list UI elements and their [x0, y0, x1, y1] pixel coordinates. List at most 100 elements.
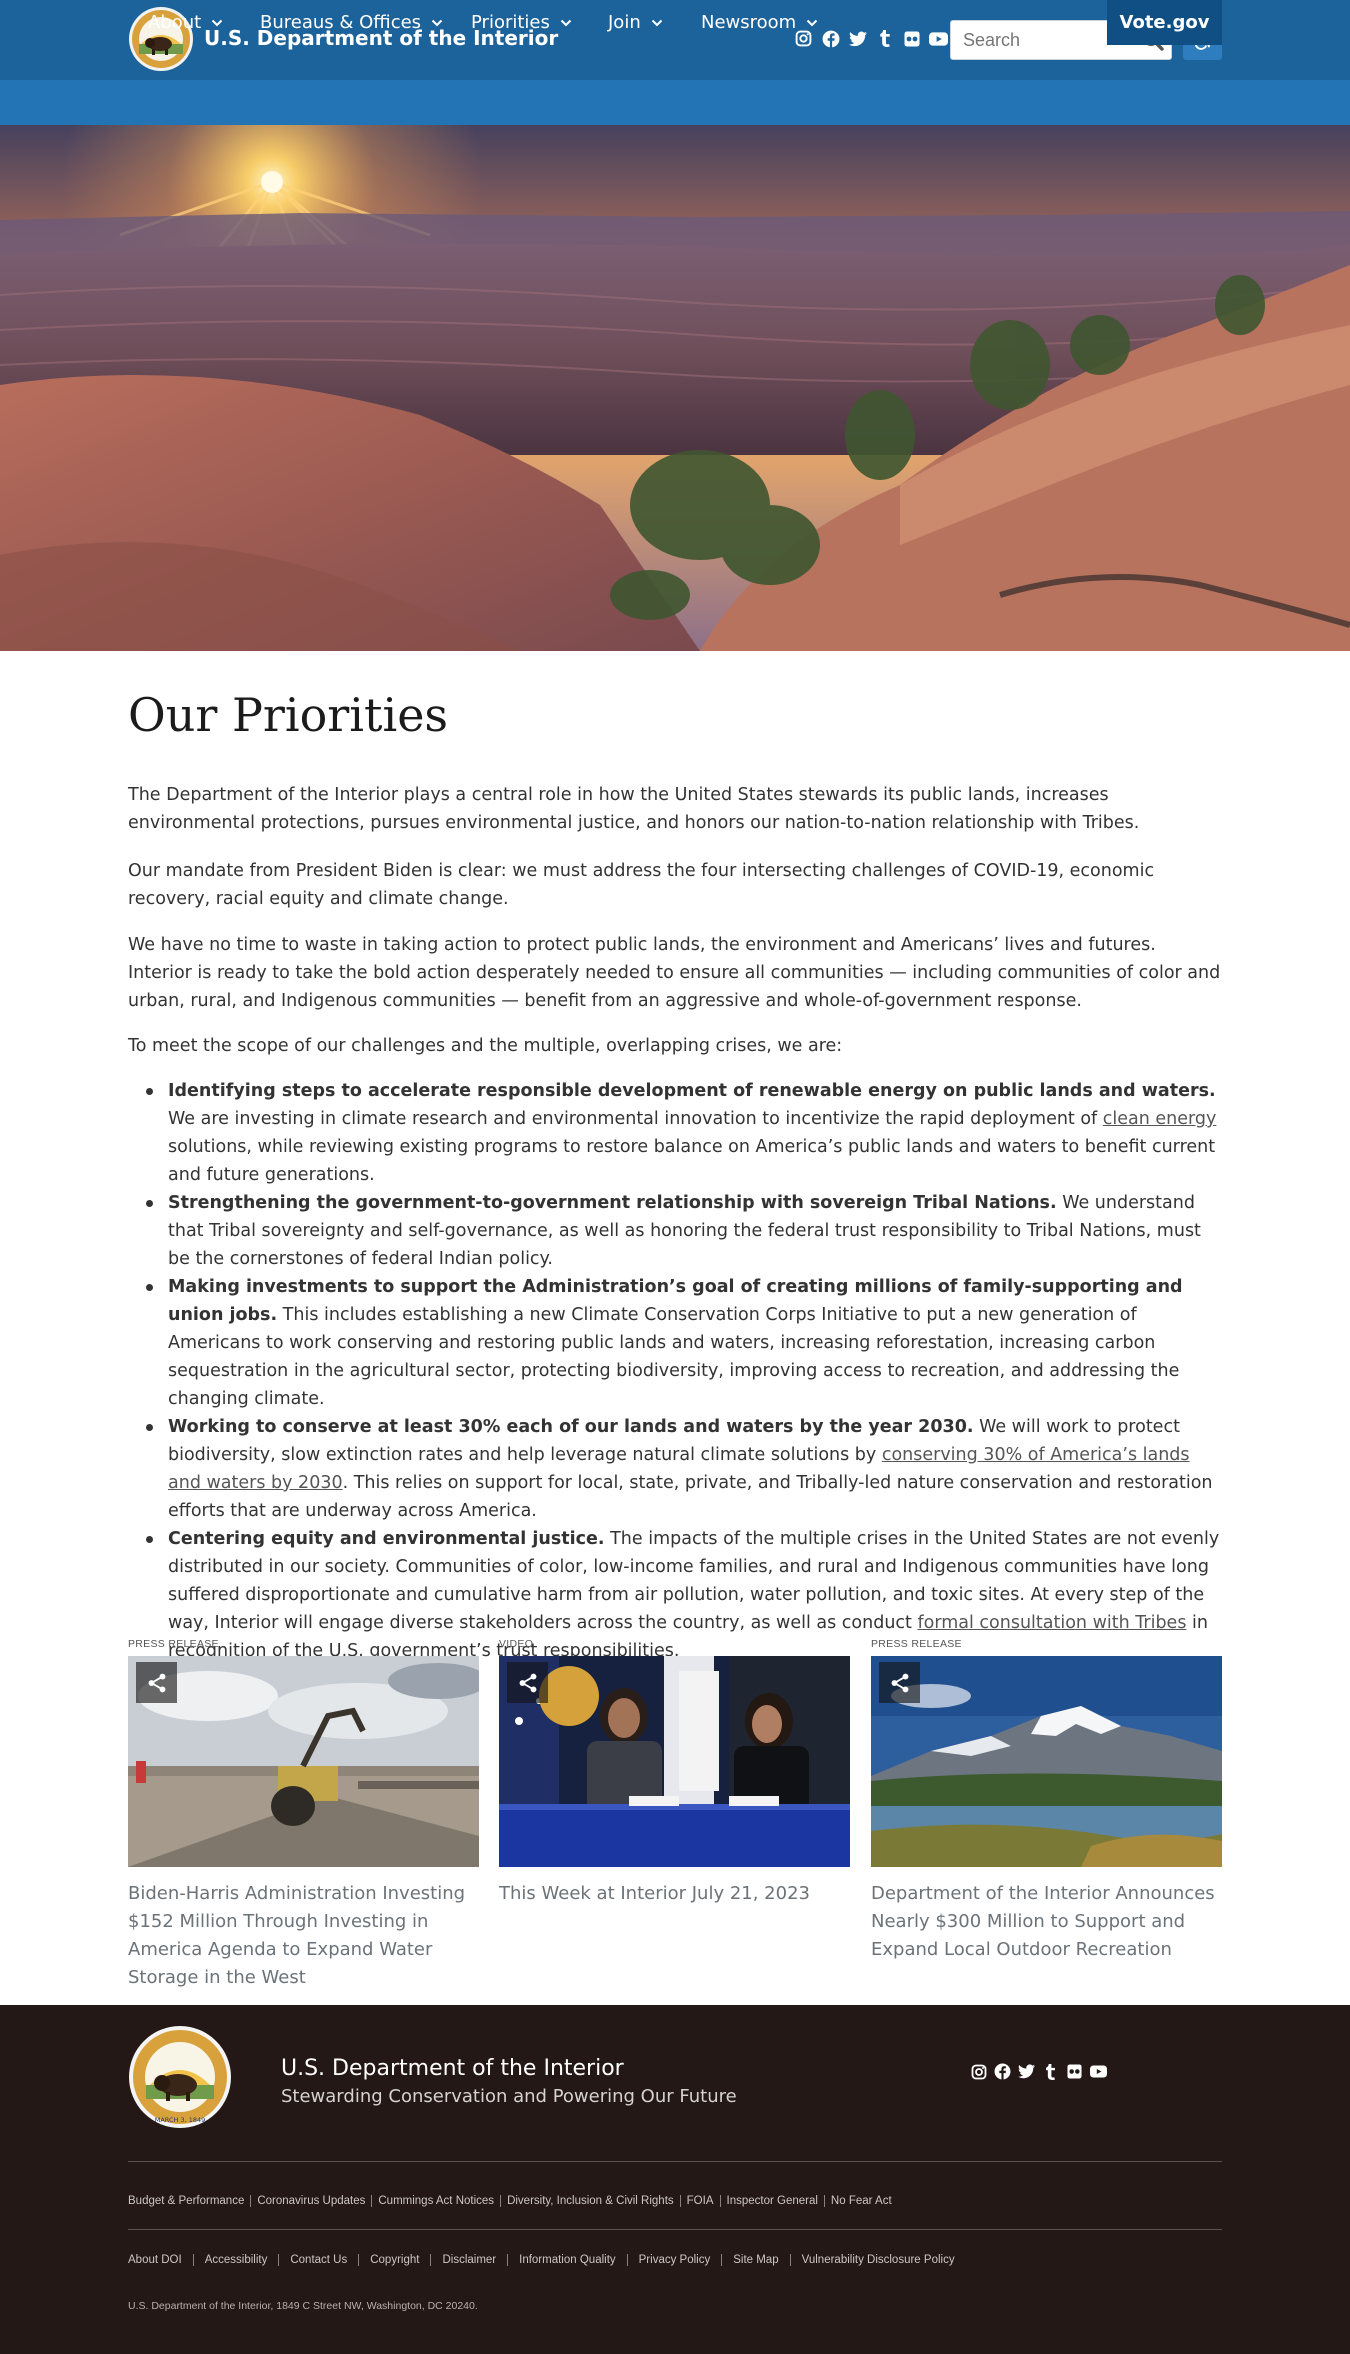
- chevron-down-icon: [431, 19, 443, 26]
- nav-item-label: Newsroom: [701, 12, 797, 33]
- main-nav: [0, 80, 1350, 125]
- priority-heading: Working to conserve at least 30% each of…: [168, 1417, 974, 1437]
- nav-item-join[interactable]: Join: [608, 0, 663, 45]
- nav-item-about[interactable]: About: [148, 0, 223, 45]
- share-button[interactable]: [136, 1662, 177, 1703]
- priority-text: solutions, while reviewing existing prog…: [168, 1137, 1216, 1185]
- footer-link-site-map[interactable]: Site Map: [733, 2254, 778, 2266]
- tumblr-icon[interactable]: [1042, 2063, 1059, 2080]
- card-type-label: PRESS RELEASE: [128, 1638, 219, 1650]
- nav-item-label: Bureaus & Offices: [260, 12, 422, 33]
- doi-seal-logo-footer[interactable]: MARCH 3, 1849: [128, 2025, 232, 2129]
- link-separator: [192, 2254, 194, 2266]
- youtube-icon[interactable]: [929, 29, 948, 48]
- card-image[interactable]: [128, 1656, 479, 1867]
- chevron-down-icon: [806, 19, 818, 26]
- priority-heading: Identifying steps to accelerate responsi…: [168, 1081, 1216, 1101]
- signing-ceremony-photo: [499, 1656, 850, 1867]
- youtube-icon[interactable]: [1090, 2063, 1107, 2080]
- priority-text: This includes establishing a new Climate…: [168, 1305, 1180, 1409]
- footer-link-copyright[interactable]: Copyright: [370, 2254, 419, 2266]
- link-separator: [250, 2195, 252, 2207]
- link-separator: [358, 2254, 360, 2266]
- nav-item-priorities[interactable]: Priorities: [471, 0, 572, 45]
- tribal-consultation-link[interactable]: formal consultation with Tribes: [917, 1613, 1186, 1633]
- list-item: Strengthening the government-to-governme…: [146, 1189, 1222, 1273]
- footer-link-disclaimer[interactable]: Disclaimer: [442, 2254, 496, 2266]
- footer-link-information-quality[interactable]: Information Quality: [519, 2254, 616, 2266]
- footer-social-links: [970, 2063, 1107, 2080]
- nav-item-label: About: [148, 12, 202, 33]
- seal-date-text: MARCH 3, 1849: [155, 2116, 206, 2124]
- tumblr-icon[interactable]: [875, 29, 894, 48]
- card-image[interactable]: [499, 1656, 850, 1867]
- link-separator: [507, 2254, 509, 2266]
- nav-item-label: Priorities: [471, 12, 550, 33]
- share-button[interactable]: [507, 1662, 548, 1703]
- footer-link-accessibility[interactable]: Accessibility: [205, 2254, 268, 2266]
- search-input[interactable]: [951, 21, 1131, 59]
- footer-address: U.S. Department of the Interior, 1849 C …: [128, 2300, 478, 2312]
- footer-link-coronavirus-updates[interactable]: Coronavirus Updates: [257, 2195, 365, 2207]
- footer-divider: [128, 2161, 1222, 2162]
- footer-link-foia[interactable]: FOIA: [687, 2195, 714, 2207]
- footer-link-contact-us[interactable]: Contact Us: [290, 2254, 347, 2266]
- link-separator: [719, 2195, 721, 2207]
- twitter-icon[interactable]: [1018, 2063, 1035, 2080]
- link-separator: [823, 2195, 825, 2207]
- footer-link-vulnerability-disclosure[interactable]: Vulnerability Disclosure Policy: [802, 2254, 955, 2266]
- footer-link-budget-performance[interactable]: Budget & Performance: [128, 2195, 244, 2207]
- footer-department-name: U.S. Department of the Interior: [281, 2056, 624, 2081]
- link-separator: [371, 2195, 373, 2207]
- link-separator: [500, 2195, 502, 2207]
- footer-tagline: Stewarding Conservation and Powering Our…: [281, 2086, 737, 2107]
- chevron-down-icon: [212, 19, 223, 26]
- link-separator: [430, 2254, 432, 2266]
- clean-energy-link[interactable]: clean energy: [1103, 1109, 1217, 1129]
- nav-item-bureaus-offices[interactable]: Bureaus & Offices: [260, 0, 443, 45]
- footer-link-diversity-inclusion[interactable]: Diversity, Inclusion & Civil Rights: [507, 2195, 674, 2207]
- share-icon: [891, 1673, 908, 1692]
- news-card[interactable]: VIDEO This Week at Interior July 21, 202…: [499, 1636, 850, 1908]
- instagram-icon[interactable]: [970, 2063, 987, 2080]
- vote-gov-button[interactable]: Vote.gov: [1107, 0, 1222, 45]
- priorities-list: Identifying steps to accelerate responsi…: [146, 1077, 1222, 1665]
- footer-link-about-doi[interactable]: About DOI: [128, 2254, 182, 2266]
- card-title[interactable]: Biden-Harris Administration Investing $1…: [128, 1880, 479, 1992]
- list-item: Making investments to support the Admini…: [146, 1273, 1222, 1413]
- link-separator: [278, 2254, 280, 2266]
- card-title[interactable]: This Week at Interior July 21, 2023: [499, 1880, 850, 1908]
- page-title: Our Priorities: [128, 688, 449, 742]
- mountain-lake-photo: [871, 1656, 1222, 1867]
- share-icon: [519, 1673, 536, 1692]
- priority-heading: Centering equity and environmental justi…: [168, 1529, 605, 1549]
- news-card[interactable]: PRESS RELEASE Department of the Interior…: [871, 1636, 1222, 1964]
- hero-canyon-image: [0, 125, 1350, 651]
- mandate-paragraph: Our mandate from President Biden is clea…: [128, 861, 1155, 909]
- facebook-icon[interactable]: [821, 29, 840, 48]
- footer-links-primary: Budget & Performance Coronavirus Updates…: [128, 2195, 892, 2207]
- list-item: Working to conserve at least 30% each of…: [146, 1413, 1222, 1525]
- list-item: Identifying steps to accelerate responsi…: [146, 1077, 1222, 1189]
- card-image[interactable]: [871, 1656, 1222, 1867]
- card-title[interactable]: Department of the Interior Announces Nea…: [871, 1880, 1222, 1964]
- intro-paragraph: The Department of the Interior plays a c…: [128, 785, 1140, 833]
- footer-link-privacy-policy[interactable]: Privacy Policy: [639, 2254, 711, 2266]
- twitter-icon[interactable]: [848, 29, 867, 48]
- priority-heading: Strengthening the government-to-governme…: [168, 1193, 1057, 1213]
- share-button[interactable]: [879, 1662, 920, 1703]
- nav-item-newsroom[interactable]: Newsroom: [701, 0, 818, 45]
- footer-link-cummings-act-notices[interactable]: Cummings Act Notices: [378, 2195, 494, 2207]
- facebook-icon[interactable]: [994, 2063, 1011, 2080]
- footer-link-no-fear-act[interactable]: No Fear Act: [831, 2195, 892, 2207]
- card-type-label: PRESS RELEASE: [871, 1638, 962, 1650]
- flickr-icon[interactable]: [1066, 2063, 1083, 2080]
- chevron-down-icon: [651, 19, 662, 26]
- footer-links-secondary: About DOI Accessibility Contact Us Copyr…: [128, 2254, 955, 2266]
- footer-link-inspector-general[interactable]: Inspector General: [727, 2195, 818, 2207]
- card-type-label: VIDEO: [499, 1638, 534, 1650]
- news-card[interactable]: PRESS RELEASE Biden-Harris Administratio…: [128, 1636, 479, 1992]
- flickr-icon[interactable]: [902, 29, 921, 48]
- link-separator: [626, 2254, 628, 2266]
- link-separator: [789, 2254, 791, 2266]
